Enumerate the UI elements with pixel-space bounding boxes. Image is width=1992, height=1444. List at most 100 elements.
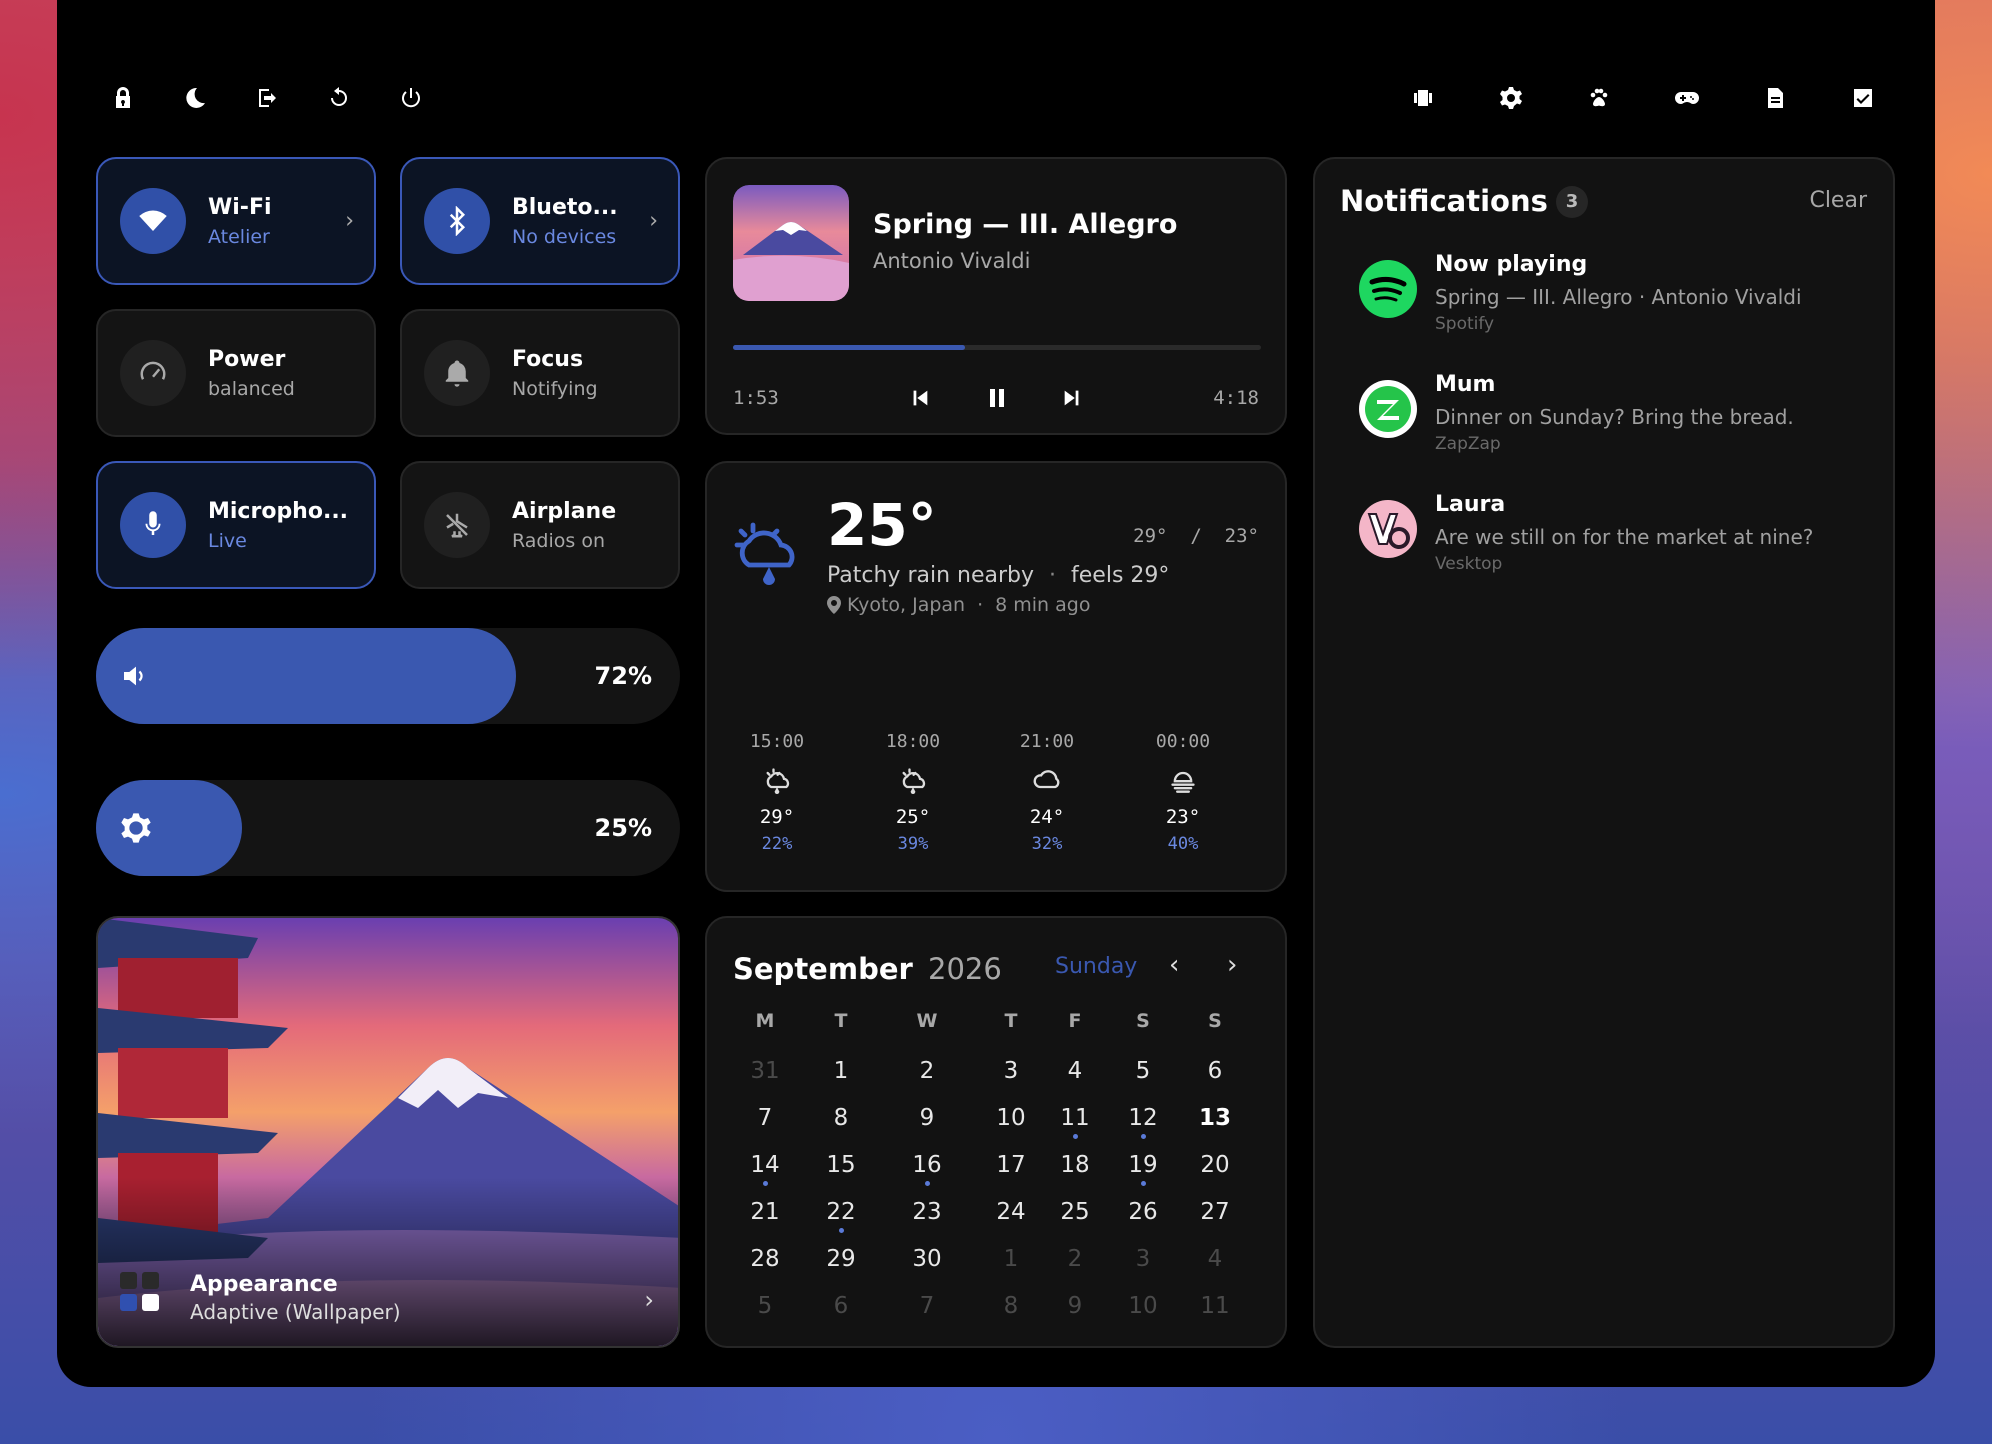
calendar-day[interactable]: 4: [1189, 1238, 1241, 1280]
screenshot-icon[interactable]: [1405, 75, 1441, 121]
calendar-day[interactable]: 16: [901, 1144, 953, 1186]
calendar-day[interactable]: 4: [1049, 1050, 1101, 1092]
calendar-day-number: 30: [912, 1246, 942, 1272]
calendar-day[interactable]: 21: [739, 1191, 791, 1233]
location-pin-icon: [827, 596, 841, 614]
chevron-left-icon[interactable]: ‹: [1169, 950, 1179, 980]
calendar-day[interactable]: 15: [815, 1144, 867, 1186]
calendar-day-number: 22: [826, 1199, 856, 1225]
microphone-tile[interactable]: Micropho... Live: [96, 461, 376, 589]
weather-location-line: Kyoto, Japan · 8 min ago: [827, 594, 1090, 616]
calendar-day[interactable]: 30: [901, 1238, 953, 1280]
brightness-slider[interactable]: 25%: [96, 780, 680, 876]
calendar-day[interactable]: 2: [901, 1050, 953, 1092]
spotify-icon: [1359, 260, 1417, 318]
paw-icon[interactable]: [1581, 75, 1617, 121]
calendar-day[interactable]: 10: [985, 1097, 1037, 1139]
calendar-day[interactable]: 6: [815, 1285, 867, 1327]
previous-track-icon[interactable]: [909, 387, 931, 409]
volume-slider[interactable]: 72%: [96, 628, 680, 724]
calendar-day[interactable]: 18: [1049, 1144, 1101, 1186]
calendar-day-number: 27: [1200, 1199, 1230, 1225]
checkbox-icon[interactable]: [1845, 75, 1881, 121]
calendar-day[interactable]: 29: [815, 1238, 867, 1280]
clear-notifications-button[interactable]: Clear: [1809, 188, 1867, 213]
calendar-day[interactable]: 22: [815, 1191, 867, 1233]
calendar-day[interactable]: 23: [901, 1191, 953, 1233]
logout-icon[interactable]: [249, 75, 285, 121]
calendar-day-number: 7: [757, 1105, 773, 1131]
next-track-icon[interactable]: [1061, 387, 1083, 409]
calendar-day-number: 17: [996, 1152, 1026, 1178]
calendar-day[interactable]: 2: [1049, 1238, 1101, 1280]
track-progress[interactable]: [733, 345, 1261, 350]
pause-icon[interactable]: [985, 385, 1009, 411]
weather-condition: Patchy rain nearby: [827, 563, 1035, 588]
calendar-day[interactable]: 14: [739, 1144, 791, 1186]
power-tile[interactable]: Power balanced: [96, 309, 376, 437]
high-low-temperature: 29° / 23°: [1133, 525, 1259, 547]
gear-icon[interactable]: [1493, 75, 1529, 121]
calendar-day[interactable]: 9: [901, 1097, 953, 1139]
lock-icon[interactable]: [105, 75, 141, 121]
airplane-tile[interactable]: Airplane Radios on: [400, 461, 680, 589]
focus-tile[interactable]: Focus Notifying: [400, 309, 680, 437]
calendar-day-number: 4: [1067, 1058, 1083, 1084]
forecast-hour: 00:00 23° 40%: [1133, 731, 1233, 854]
calendar-day[interactable]: 10: [1117, 1285, 1169, 1327]
calendar-day[interactable]: 5: [739, 1285, 791, 1327]
calendar-day[interactable]: 7: [739, 1097, 791, 1139]
weekday-header: W: [916, 1010, 938, 1032]
calendar-day[interactable]: 27: [1189, 1191, 1241, 1233]
forecast-precip: 39%: [897, 834, 929, 854]
calendar-day-number: 9: [1067, 1293, 1083, 1319]
calendar-day[interactable]: 31: [739, 1050, 791, 1092]
calendar-day[interactable]: 12: [1117, 1097, 1169, 1139]
calendar-day[interactable]: 5: [1117, 1050, 1169, 1092]
airplane-status: Radios on: [512, 529, 605, 552]
calendar-weekday[interactable]: Sunday: [1055, 954, 1137, 979]
calendar-day-number: 1: [833, 1058, 849, 1084]
calendar-day[interactable]: 25: [1049, 1191, 1101, 1233]
chevron-right-icon[interactable]: ›: [1227, 950, 1237, 980]
calendar-day[interactable]: 1: [985, 1238, 1037, 1280]
calendar-day[interactable]: 19: [1117, 1144, 1169, 1186]
calendar-month: September: [733, 952, 913, 986]
calendar-day[interactable]: 3: [985, 1050, 1037, 1092]
calendar-day[interactable]: 7: [901, 1285, 953, 1327]
forecast-hour: 18:00 25° 39%: [863, 731, 963, 854]
calendar-day[interactable]: 9: [1049, 1285, 1101, 1327]
bell-icon: [424, 340, 490, 406]
calendar-day[interactable]: 26: [1117, 1191, 1169, 1233]
calendar-day[interactable]: 6: [1189, 1050, 1241, 1092]
restart-icon[interactable]: [321, 75, 357, 121]
volume-value: 72%: [594, 662, 652, 690]
calendar-day-number: 20: [1200, 1152, 1230, 1178]
elapsed-time: 1:53: [733, 387, 779, 409]
appearance-card[interactable]: Appearance Adaptive (Wallpaper) ›: [96, 916, 680, 1348]
track-progress-fill: [733, 345, 966, 350]
calendar-day[interactable]: 3: [1117, 1238, 1169, 1280]
document-icon[interactable]: [1757, 75, 1793, 121]
calendar-day[interactable]: 8: [985, 1285, 1037, 1327]
power-icon[interactable]: [393, 75, 429, 121]
separator: ·: [977, 594, 984, 616]
calendar-day[interactable]: 11: [1049, 1097, 1101, 1139]
calendar-day[interactable]: 28: [739, 1238, 791, 1280]
calendar-day-number: 3: [1003, 1058, 1019, 1084]
wallpaper-thumbnail: [98, 918, 678, 1346]
calendar-day[interactable]: 24: [985, 1191, 1037, 1233]
calendar-day[interactable]: 8: [815, 1097, 867, 1139]
moon-icon[interactable]: [177, 75, 213, 121]
gamepad-icon[interactable]: [1669, 75, 1705, 121]
calendar-day[interactable]: 17: [985, 1144, 1037, 1186]
calendar-day-today[interactable]: 13: [1189, 1096, 1241, 1139]
bluetooth-tile[interactable]: Blueto... No devices ›: [400, 157, 680, 285]
calendar-day[interactable]: 11: [1189, 1285, 1241, 1327]
brightness-slider-fill: [96, 780, 242, 876]
track-duration: 4:18: [1213, 387, 1259, 409]
calendar-day[interactable]: 1: [815, 1050, 867, 1092]
wifi-tile[interactable]: Wi-Fi Atelier ›: [96, 157, 376, 285]
calendar-day[interactable]: 20: [1189, 1144, 1241, 1186]
calendar-day-number: 25: [1060, 1199, 1090, 1225]
